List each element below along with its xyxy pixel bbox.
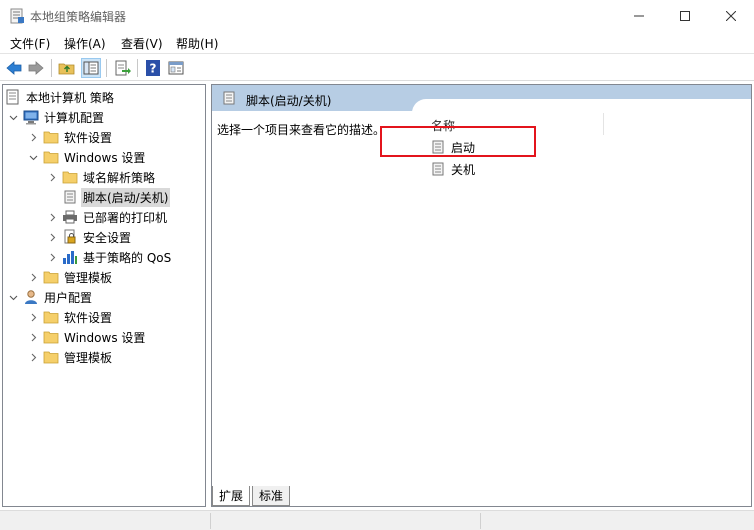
bar-chart-icon — [63, 251, 77, 264]
tree-label: 已部署的打印机 — [83, 210, 168, 225]
tree-item-printers[interactable]: 已部署的打印机 — [45, 207, 169, 227]
back-icon[interactable] — [5, 59, 23, 77]
tree-item-windows-settings[interactable]: Windows 设置 — [26, 147, 147, 167]
tree-label: 脚本(启动/关机) — [81, 187, 171, 207]
toolbar-separator — [137, 59, 138, 77]
minimize-button[interactable] — [616, 0, 662, 31]
chevron-right-icon[interactable] — [45, 170, 59, 184]
folder-icon — [43, 131, 59, 144]
chevron-right-icon[interactable] — [45, 230, 59, 244]
tree-item-security-settings[interactable]: 安全设置 — [45, 227, 133, 247]
group-policy-app-icon — [10, 8, 24, 24]
folder-icon — [43, 351, 59, 364]
menu-view[interactable]: 查看(V) — [121, 35, 163, 52]
chevron-right-icon[interactable] — [45, 250, 59, 264]
tree-item-qos[interactable]: 基于策略的 QoS — [45, 247, 173, 267]
close-button[interactable] — [708, 0, 754, 31]
tree-item-dns-policy[interactable]: 域名解析策略 — [45, 167, 157, 187]
tree-label: 域名解析策略 — [83, 170, 156, 185]
highlight-annotation — [380, 126, 536, 157]
list-item-shutdown[interactable]: 关机 — [430, 160, 477, 178]
tree-item-user-windows-settings[interactable]: Windows 设置 — [26, 327, 147, 347]
folder-up-icon[interactable] — [58, 59, 76, 77]
tree-label: Windows 设置 — [64, 330, 146, 345]
minimize-icon — [634, 15, 644, 16]
column-divider[interactable] — [603, 113, 604, 135]
chevron-right-icon[interactable] — [26, 350, 40, 364]
tab-standard[interactable]: 标准 — [252, 486, 290, 506]
menu-file[interactable]: 文件(F) — [10, 35, 50, 52]
title-bar: 本地组策略编辑器 — [0, 0, 754, 32]
tree-item-user-admin-templates[interactable]: 管理模板 — [26, 347, 114, 367]
tree-label: 软件设置 — [64, 130, 113, 145]
help-icon[interactable]: ? — [144, 59, 162, 77]
tree-label: 安全设置 — [83, 230, 132, 245]
user-icon — [25, 290, 37, 304]
tree-label: Windows 设置 — [64, 150, 146, 165]
tab-extended[interactable]: 扩展 — [212, 486, 250, 506]
close-icon — [726, 10, 736, 21]
tree-label: 计算机配置 — [44, 110, 105, 125]
chevron-right-icon[interactable] — [26, 330, 40, 344]
folder-icon — [43, 271, 59, 284]
details-pane: 脚本(启动/关机) 选择一个项目来查看它的描述。 名称 启动 关机 — [211, 84, 752, 507]
chevron-right-icon[interactable] — [26, 130, 40, 144]
tree-item-local-policy[interactable]: 本地计算机 策略 — [5, 87, 116, 107]
chevron-down-icon[interactable] — [6, 110, 20, 124]
script-icon — [64, 190, 76, 204]
script-icon — [432, 162, 444, 176]
maximize-button[interactable] — [662, 0, 708, 31]
folder-icon — [43, 311, 59, 324]
tree-item-computer-config[interactable]: 计算机配置 — [6, 107, 106, 127]
folder-icon — [62, 171, 78, 184]
folder-icon — [43, 331, 59, 344]
description-text: 选择一个项目来查看它的描述。 — [217, 123, 386, 137]
header-decoration — [412, 99, 751, 113]
export-list-icon[interactable] — [113, 59, 131, 77]
tree-label: 基于策略的 QoS — [83, 250, 172, 265]
chevron-right-icon[interactable] — [26, 310, 40, 324]
chevron-down-icon[interactable] — [26, 150, 40, 164]
menu-help[interactable]: 帮助(H) — [176, 35, 218, 52]
policy-document-icon — [6, 89, 19, 105]
script-icon — [223, 91, 235, 105]
tree-label: 软件设置 — [64, 310, 113, 325]
tree-label: 管理模板 — [64, 270, 113, 285]
toolbar-separator — [106, 59, 107, 77]
chevron-right-icon[interactable] — [45, 210, 59, 224]
tree-label: 本地计算机 策略 — [26, 90, 114, 105]
status-divider — [210, 513, 211, 529]
details-title: 脚本(启动/关机) — [246, 94, 332, 108]
maximize-icon — [680, 10, 690, 21]
tree-item-software-settings[interactable]: 软件设置 — [26, 127, 114, 147]
menu-bar: 文件(F) 操作(A) 查看(V) 帮助(H) — [0, 32, 754, 54]
menu-action[interactable]: 操作(A) — [64, 35, 106, 52]
navigation-tree: 本地计算机 策略 计算机配置 软件设置 Windows 设置 域名解析策略 脚本… — [2, 84, 206, 507]
security-lock-icon — [64, 229, 76, 244]
window-title: 本地组策略编辑器 — [30, 10, 127, 24]
svg-text:?: ? — [150, 62, 157, 76]
status-divider — [480, 513, 481, 529]
printer-icon — [63, 210, 77, 224]
chevron-down-icon[interactable] — [6, 290, 20, 304]
tree-item-scripts[interactable]: 脚本(启动/关机) — [45, 187, 171, 207]
status-bar — [0, 510, 754, 530]
computer-icon — [23, 110, 39, 125]
tree-item-admin-templates[interactable]: 管理模板 — [26, 267, 114, 287]
show-hide-tree-icon[interactable] — [81, 58, 101, 78]
tree-item-user-software-settings[interactable]: 软件设置 — [26, 307, 114, 327]
tree-label: 管理模板 — [64, 350, 113, 365]
properties-icon[interactable] — [167, 59, 185, 77]
view-tabs: 扩展 标准 — [212, 486, 752, 506]
forward-icon[interactable] — [27, 59, 45, 77]
list-item-label: 关机 — [451, 162, 476, 177]
folder-open-icon — [43, 151, 59, 164]
toolbar: ? — [0, 55, 754, 81]
tree-item-user-config[interactable]: 用户配置 — [6, 287, 94, 307]
toolbar-separator — [51, 59, 52, 77]
tree-label: 用户配置 — [44, 290, 93, 305]
chevron-right-icon[interactable] — [26, 270, 40, 284]
